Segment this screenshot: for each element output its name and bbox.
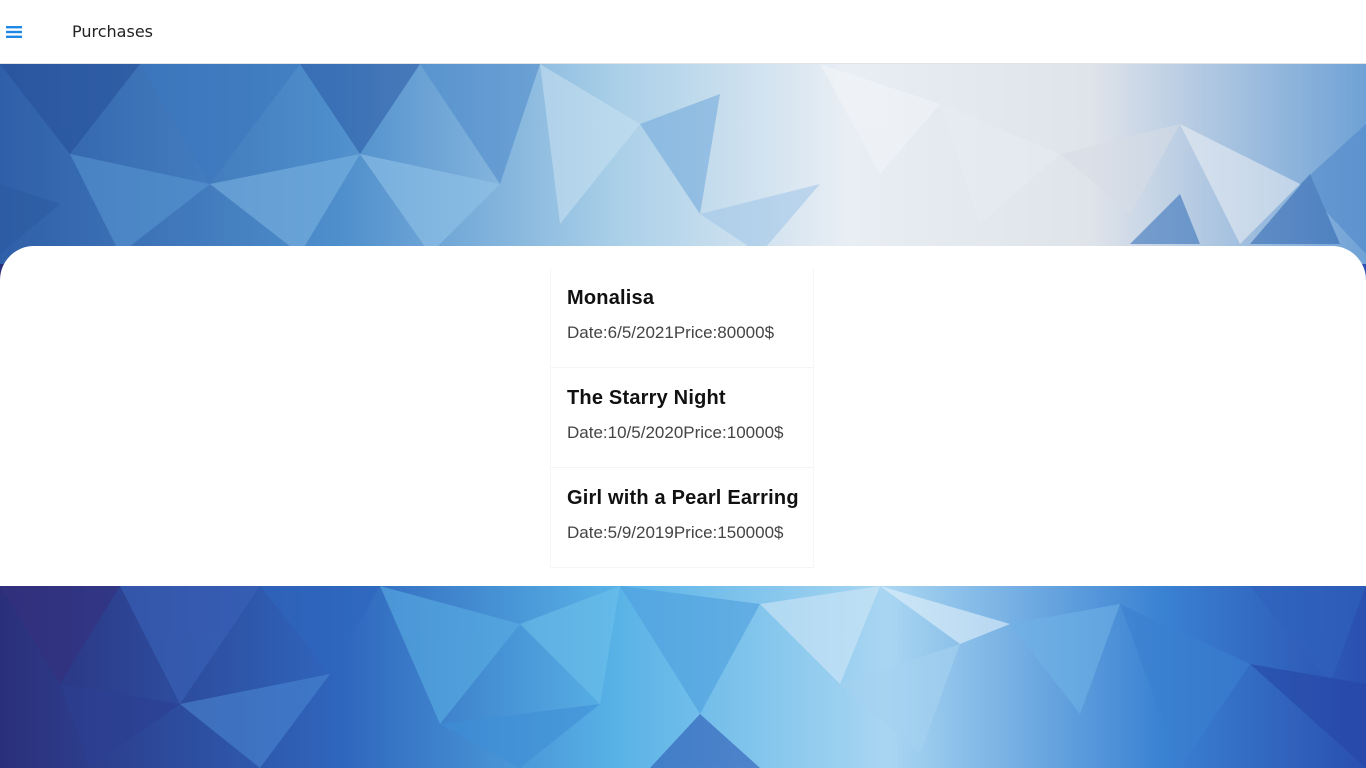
purchase-price: 10000$: [726, 423, 784, 442]
purchase-price: 80000$: [717, 323, 775, 342]
price-label: Price:: [683, 423, 727, 442]
purchase-price: 150000$: [717, 523, 784, 542]
hamburger-menu-icon: [6, 25, 22, 39]
purchase-title: Girl with a Pearl Earring: [567, 487, 799, 509]
list-item[interactable]: Monalisa Date:6/5/2021Price:80000$: [550, 268, 814, 368]
purchase-details: Date:6/5/2021Price:80000$: [567, 323, 774, 343]
purchase-details: Date:10/5/2020Price:10000$: [567, 423, 783, 443]
date-label: Date:: [567, 423, 608, 442]
list-item[interactable]: The Starry Night Date:10/5/2020Price:100…: [550, 368, 814, 468]
price-label: Price:: [673, 523, 718, 542]
price-label: Price:: [673, 323, 718, 342]
purchase-details: Date:5/9/2019Price:150000$: [567, 523, 783, 543]
list-item[interactable]: Girl with a Pearl Earring Date:5/9/2019P…: [550, 468, 814, 568]
app-bar: Purchases: [0, 0, 1366, 64]
date-label: Date:: [567, 323, 608, 342]
purchase-date: 10/5/2020: [607, 423, 684, 442]
purchase-list: Monalisa Date:6/5/2021Price:80000$ The S…: [550, 268, 814, 568]
purchase-date: 6/5/2021: [607, 323, 674, 342]
purchase-title: Monalisa: [567, 287, 655, 309]
date-label: Date:: [567, 523, 608, 542]
menu-button[interactable]: [0, 16, 28, 48]
page-title: Purchases: [72, 22, 153, 41]
purchase-date: 5/9/2019: [607, 523, 674, 542]
purchase-title: The Starry Night: [567, 387, 726, 409]
app-root: Purchases Monalisa Date:6/5/2021Price:80…: [0, 0, 1366, 768]
